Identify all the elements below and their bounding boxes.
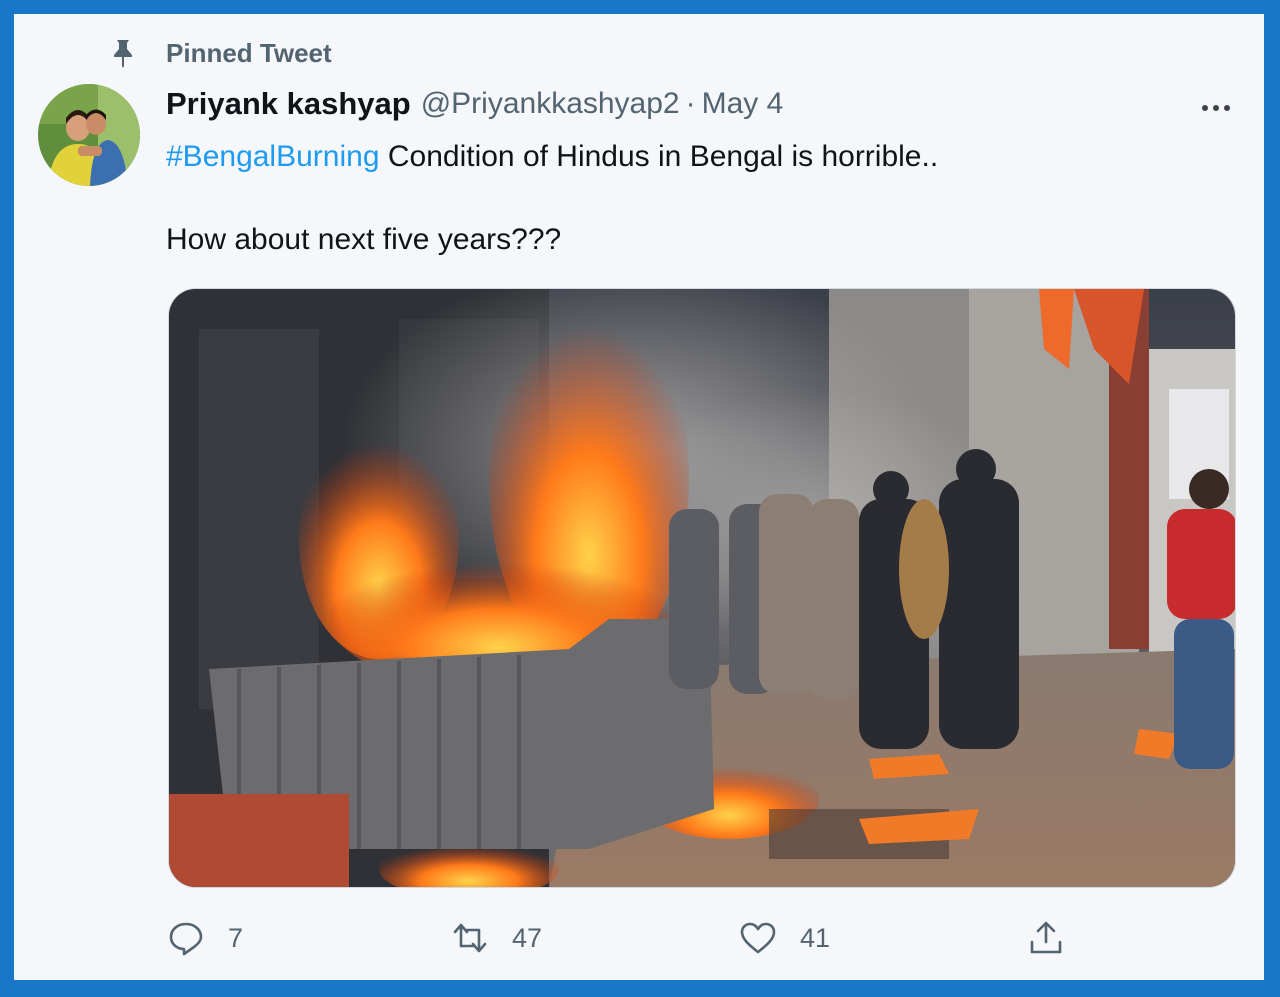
tweet-card: Pinned Tweet Priyank kashyap @Priyankkas… xyxy=(14,14,1264,980)
retweet-count: 47 xyxy=(512,922,543,953)
pinned-tweet-label: Pinned Tweet xyxy=(166,37,332,68)
pin-icon xyxy=(110,38,136,68)
like-count: 41 xyxy=(800,922,831,953)
heart-icon xyxy=(738,918,778,958)
tweet-text: Condition of Hindus in Bengal is horribl… xyxy=(379,140,939,173)
author-name[interactable]: Priyank kashyap xyxy=(166,86,411,122)
author-handle[interactable]: @Priyankkashyap2 xyxy=(421,87,680,121)
like-button[interactable]: 41 xyxy=(738,918,830,958)
tweet-date[interactable]: May 4 xyxy=(702,87,784,121)
tweet-text-line1: #BengalBurning Condition of Hindus in Be… xyxy=(166,140,938,174)
tweet-photo[interactable] xyxy=(168,288,1236,888)
share-button[interactable] xyxy=(1026,918,1066,958)
separator-dot: · xyxy=(685,87,696,120)
more-options-icon[interactable] xyxy=(1194,98,1238,118)
tweet-text-line2: How about next five years??? xyxy=(166,223,562,256)
tweet-header: Priyank kashyap @Priyankkashyap2 · May 4 xyxy=(166,86,783,122)
retweet-icon xyxy=(450,918,490,958)
reply-button[interactable]: 7 xyxy=(166,918,243,958)
reply-count: 7 xyxy=(228,922,244,953)
tweet-actions: 7 47 41 xyxy=(166,918,1246,958)
avatar[interactable] xyxy=(38,84,140,186)
share-icon xyxy=(1026,918,1066,958)
hashtag-link[interactable]: #BengalBurning xyxy=(166,140,380,173)
retweet-button[interactable]: 47 xyxy=(450,918,542,958)
pinned-tweet-row: Pinned Tweet xyxy=(110,36,332,70)
reply-icon xyxy=(166,918,206,958)
